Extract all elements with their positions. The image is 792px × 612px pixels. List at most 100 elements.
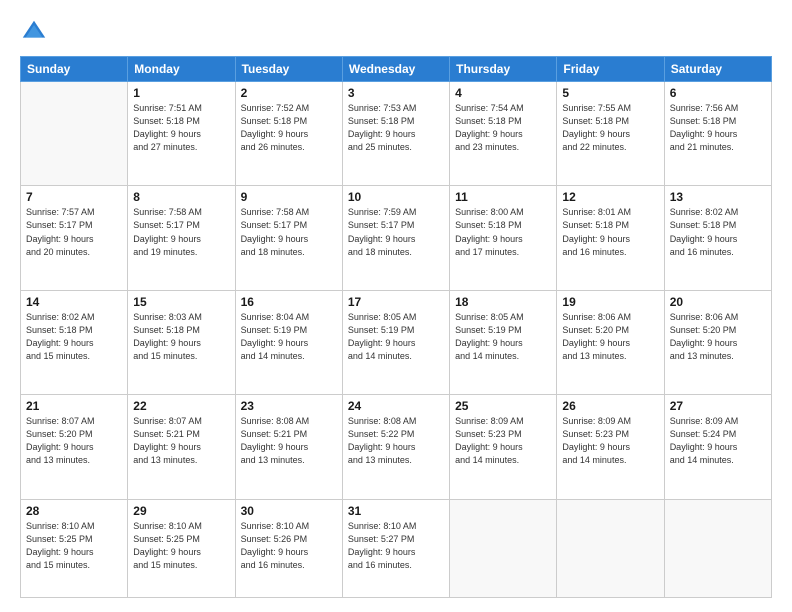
calendar-cell: 24Sunrise: 8:08 AM Sunset: 5:22 PM Dayli… [342,395,449,499]
day-number: 1 [133,86,229,100]
calendar-cell: 22 Sunrise: 8:07 AM Sunset: 5:21 PM Dayli… [128,395,235,499]
day-info: Sunrise: 7:55 AM Sunset: 5:18 PM Dayligh… [562,102,658,154]
calendar-cell: 4 Sunrise: 7:54 AM Sunset: 5:18 PM Daylig… [450,82,557,186]
calendar-cell [557,499,664,597]
calendar-cell: 16 Sunrise: 8:04 AM Sunset: 5:19 PM Dayli… [235,290,342,394]
day-number: 26 [562,399,658,413]
calendar-cell [21,82,128,186]
day-info: Sunrise: 8:01 AM Sunset: 5:18 PM Dayligh… [562,206,658,258]
calendar-cell: 7 Sunrise: 7:57 AM Sunset: 5:17 PM Daylig… [21,186,128,290]
day-number: 18 [455,295,551,309]
day-info: Sunrise: 7:58 AM Sunset: 5:17 PM Dayligh… [133,206,229,258]
day-number: 16 [241,295,337,309]
calendar-cell: 21 Sunrise: 8:07 AM Sunset: 5:20 PM Dayli… [21,395,128,499]
weekday-header-wednesday: Wednesday [342,57,449,82]
day-info: Sunrise: 7:53 AM Sunset: 5:18 PM Dayligh… [348,102,444,154]
day-info: Sunrise: 8:08 AM Sunset: 5:21 PM Dayligh… [241,415,337,467]
day-info: Sunrise: 8:06 AM Sunset: 5:20 PM Dayligh… [670,311,766,363]
day-info: Sunrise: 8:07 AM Sunset: 5:20 PM Dayligh… [26,415,122,467]
calendar-cell: 29Sunrise: 8:10 AM Sunset: 5:25 PM Dayli… [128,499,235,597]
day-number: 30 [241,504,337,518]
calendar-cell: 18 Sunrise: 8:05 AM Sunset: 5:19 PM Dayli… [450,290,557,394]
day-number: 2 [241,86,337,100]
day-number: 31 [348,504,444,518]
calendar-cell [450,499,557,597]
day-info: Sunrise: 8:09 AM Sunset: 5:23 PM Dayligh… [562,415,658,467]
day-info: Sunrise: 8:02 AM Sunset: 5:18 PM Dayligh… [670,206,766,258]
day-info: Sunrise: 8:05 AM Sunset: 5:19 PM Dayligh… [348,311,444,363]
calendar-cell: 9 Sunrise: 7:58 AM Sunset: 5:17 PM Daylig… [235,186,342,290]
day-info: Sunrise: 8:10 AM Sunset: 5:25 PM Dayligh… [133,520,229,572]
day-info: Sunrise: 7:58 AM Sunset: 5:17 PM Dayligh… [241,206,337,258]
calendar: SundayMondayTuesdayWednesdayThursdayFrid… [20,56,772,598]
day-info: Sunrise: 8:06 AM Sunset: 5:20 PM Dayligh… [562,311,658,363]
day-info: Sunrise: 8:04 AM Sunset: 5:19 PM Dayligh… [241,311,337,363]
calendar-cell: 3 Sunrise: 7:53 AM Sunset: 5:18 PM Daylig… [342,82,449,186]
calendar-cell: 10 Sunrise: 7:59 AM Sunset: 5:17 PM Dayli… [342,186,449,290]
calendar-cell: 6 Sunrise: 7:56 AM Sunset: 5:18 PM Daylig… [664,82,771,186]
day-number: 19 [562,295,658,309]
day-number: 23 [241,399,337,413]
calendar-body: 1 Sunrise: 7:51 AM Sunset: 5:18 PM Daylig… [21,82,772,598]
day-number: 15 [133,295,229,309]
weekday-header-saturday: Saturday [664,57,771,82]
calendar-cell: 26 Sunrise: 8:09 AM Sunset: 5:23 PM Dayli… [557,395,664,499]
day-number: 4 [455,86,551,100]
day-number: 28 [26,504,122,518]
calendar-cell [664,499,771,597]
day-number: 25 [455,399,551,413]
week-row-4: 21 Sunrise: 8:07 AM Sunset: 5:20 PM Dayli… [21,395,772,499]
calendar-cell: 13Sunrise: 8:02 AM Sunset: 5:18 PM Dayli… [664,186,771,290]
day-number: 17 [348,295,444,309]
day-number: 9 [241,190,337,204]
calendar-cell: 25 Sunrise: 8:09 AM Sunset: 5:23 PM Dayli… [450,395,557,499]
calendar-header: SundayMondayTuesdayWednesdayThursdayFrid… [21,57,772,82]
day-info: Sunrise: 8:02 AM Sunset: 5:18 PM Dayligh… [26,311,122,363]
calendar-cell: 23 Sunrise: 8:08 AM Sunset: 5:21 PM Dayli… [235,395,342,499]
calendar-cell: 1 Sunrise: 7:51 AM Sunset: 5:18 PM Daylig… [128,82,235,186]
page: SundayMondayTuesdayWednesdayThursdayFrid… [0,0,792,612]
weekday-header-tuesday: Tuesday [235,57,342,82]
day-info: Sunrise: 8:10 AM Sunset: 5:26 PM Dayligh… [241,520,337,572]
logo-icon [20,18,48,46]
calendar-cell: 12 Sunrise: 8:01 AM Sunset: 5:18 PM Dayli… [557,186,664,290]
day-number: 20 [670,295,766,309]
day-number: 3 [348,86,444,100]
day-info: Sunrise: 7:56 AM Sunset: 5:18 PM Dayligh… [670,102,766,154]
day-number: 7 [26,190,122,204]
day-info: Sunrise: 8:09 AM Sunset: 5:23 PM Dayligh… [455,415,551,467]
calendar-cell: 5 Sunrise: 7:55 AM Sunset: 5:18 PM Daylig… [557,82,664,186]
calendar-cell: 28Sunrise: 8:10 AM Sunset: 5:25 PM Dayli… [21,499,128,597]
calendar-cell: 19 Sunrise: 8:06 AM Sunset: 5:20 PM Dayli… [557,290,664,394]
day-info: Sunrise: 7:54 AM Sunset: 5:18 PM Dayligh… [455,102,551,154]
day-number: 21 [26,399,122,413]
day-number: 10 [348,190,444,204]
calendar-cell: 30 Sunrise: 8:10 AM Sunset: 5:26 PM Dayli… [235,499,342,597]
day-info: Sunrise: 7:59 AM Sunset: 5:17 PM Dayligh… [348,206,444,258]
day-info: Sunrise: 8:10 AM Sunset: 5:27 PM Dayligh… [348,520,444,572]
day-info: Sunrise: 7:57 AM Sunset: 5:17 PM Dayligh… [26,206,122,258]
day-info: Sunrise: 8:08 AM Sunset: 5:22 PM Dayligh… [348,415,444,467]
weekday-header-thursday: Thursday [450,57,557,82]
calendar-cell: 8 Sunrise: 7:58 AM Sunset: 5:17 PM Daylig… [128,186,235,290]
day-number: 6 [670,86,766,100]
day-number: 12 [562,190,658,204]
header [20,18,772,46]
day-info: Sunrise: 7:51 AM Sunset: 5:18 PM Dayligh… [133,102,229,154]
day-number: 14 [26,295,122,309]
day-number: 22 [133,399,229,413]
day-info: Sunrise: 8:03 AM Sunset: 5:18 PM Dayligh… [133,311,229,363]
calendar-cell: 2Sunrise: 7:52 AM Sunset: 5:18 PM Daylig… [235,82,342,186]
day-number: 8 [133,190,229,204]
day-info: Sunrise: 8:05 AM Sunset: 5:19 PM Dayligh… [455,311,551,363]
weekday-header-row: SundayMondayTuesdayWednesdayThursdayFrid… [21,57,772,82]
day-info: Sunrise: 8:07 AM Sunset: 5:21 PM Dayligh… [133,415,229,467]
day-number: 5 [562,86,658,100]
calendar-cell: 17 Sunrise: 8:05 AM Sunset: 5:19 PM Dayli… [342,290,449,394]
calendar-cell: 20 Sunrise: 8:06 AM Sunset: 5:20 PM Dayli… [664,290,771,394]
calendar-cell: 27Sunrise: 8:09 AM Sunset: 5:24 PM Dayli… [664,395,771,499]
logo [20,18,52,46]
calendar-cell: 11Sunrise: 8:00 AM Sunset: 5:18 PM Dayli… [450,186,557,290]
calendar-cell: 14 Sunrise: 8:02 AM Sunset: 5:18 PM Dayli… [21,290,128,394]
weekday-header-monday: Monday [128,57,235,82]
